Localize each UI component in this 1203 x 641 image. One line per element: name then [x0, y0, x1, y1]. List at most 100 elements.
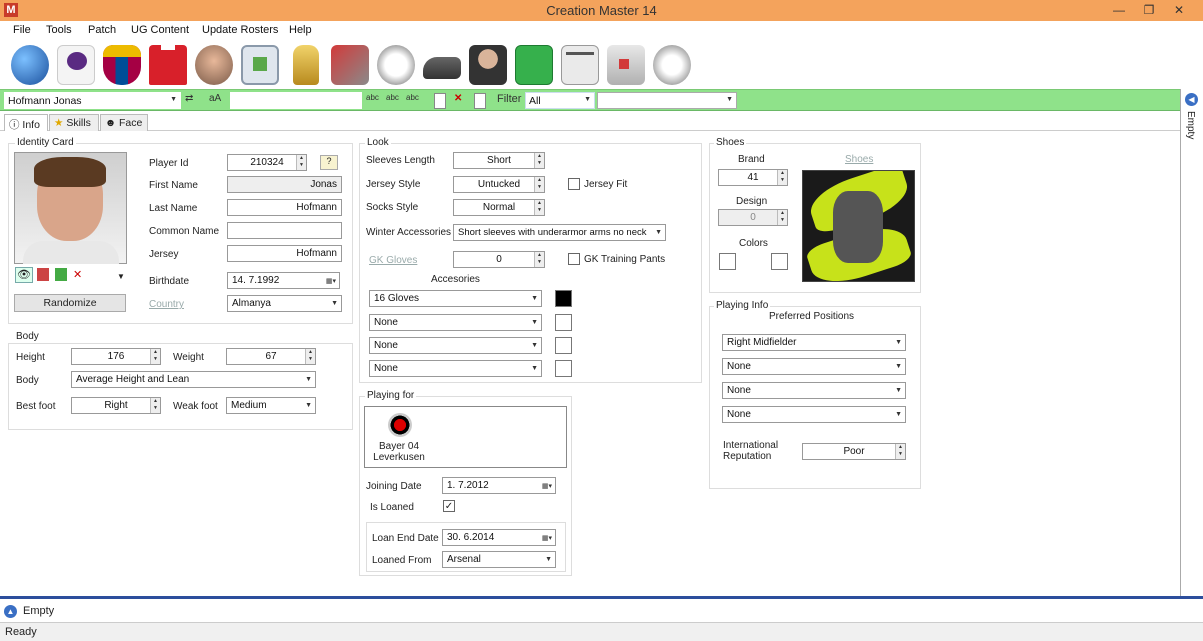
filter-select[interactable]: All ▼ [525, 92, 595, 109]
loaned-from-select[interactable]: Arsenal ▼ [442, 551, 556, 568]
case-button[interactable]: aA [209, 93, 229, 109]
gk-gloves-label[interactable]: GK Gloves [369, 255, 417, 266]
accessory-color-swatch[interactable] [555, 290, 572, 307]
spinner-icon[interactable]: ▲ ▼ [534, 153, 544, 168]
design-field[interactable]: 0 ▲ ▼ [718, 209, 788, 226]
menu-help[interactable]: Help [289, 24, 312, 36]
menu-tools[interactable]: Tools [46, 24, 72, 36]
abc-icon[interactable]: abc [386, 93, 400, 109]
menu-update-rosters[interactable]: Update Rosters [202, 24, 278, 36]
position-select-2[interactable]: None ▼ [722, 358, 906, 375]
player-face-icon[interactable] [195, 45, 233, 85]
eye-icon[interactable]: 👁 [15, 267, 33, 283]
fc-barcelona-icon[interactable] [103, 45, 141, 85]
spinner-icon[interactable]: ▲ ▼ [895, 444, 905, 459]
close-button[interactable]: ✕ [1168, 2, 1190, 18]
boots-icon[interactable] [423, 57, 461, 79]
goalkeeper-gloves-icon[interactable] [607, 45, 645, 85]
joining-date-picker[interactable]: 1. 7.2012 ▦▾ [442, 477, 556, 494]
premier-league-icon[interactable] [57, 45, 95, 85]
country-label[interactable]: Country [149, 299, 184, 310]
filter-value-select[interactable]: ▼ [597, 92, 737, 109]
best-foot-field[interactable]: Right ▲ ▼ [71, 397, 161, 414]
sleeves-field[interactable]: Short ▲ ▼ [453, 152, 545, 169]
reputation-field[interactable]: Poor ▲ ▼ [802, 443, 906, 460]
calendar-icon[interactable]: ▦▾ [542, 482, 552, 490]
gk-training-pants-checkbox[interactable] [568, 253, 580, 265]
spinner-icon[interactable]: ▲ ▼ [777, 170, 787, 185]
height-field[interactable]: 176 ▲ ▼ [71, 348, 161, 365]
refresh-icon[interactable]: ⇄ [185, 93, 201, 109]
last-name-field[interactable]: Hofmann [227, 199, 342, 216]
position-select-3[interactable]: None ▼ [722, 382, 906, 399]
accessory-color-swatch[interactable] [555, 314, 572, 331]
spinner-icon[interactable]: ▲ ▼ [150, 349, 160, 364]
tab-info[interactable]: ⓘ Info [4, 114, 48, 132]
accessory-select-2[interactable]: None ▼ [369, 314, 542, 331]
chevron-down-icon[interactable]: ▼ [117, 272, 125, 281]
search-input[interactable] [230, 92, 362, 109]
jersey-name-field[interactable]: Hofmann [227, 245, 342, 262]
position-select-4[interactable]: None ▼ [722, 406, 906, 423]
brand-field[interactable]: 41 ▲ ▼ [718, 169, 788, 186]
tab-skills[interactable]: ★ Skills [49, 114, 99, 131]
birthdate-picker[interactable]: 14. 7.1992 ▦▾ [227, 272, 340, 289]
accessory-color-swatch[interactable] [555, 337, 572, 354]
id-lookup-icon[interactable]: ? [320, 155, 338, 170]
delete-photo-icon[interactable]: ✕ [73, 268, 85, 281]
is-loaned-checkbox[interactable]: ✓ [443, 500, 455, 512]
abc-icon[interactable]: abc [406, 93, 420, 109]
dock-pin-icon[interactable]: ◀ [1185, 93, 1198, 106]
accessory-select-4[interactable]: None ▼ [369, 360, 542, 377]
abc-icon[interactable]: abc [366, 93, 380, 109]
spinner-icon[interactable]: ▲ ▼ [305, 349, 315, 364]
socks-field[interactable]: Normal ▲ ▼ [453, 199, 545, 216]
accessory-color-swatch[interactable] [555, 360, 572, 377]
country-select[interactable]: Almanya ▼ [227, 295, 342, 312]
shoe-color-swatch-2[interactable] [771, 253, 788, 270]
pitch-icon[interactable] [515, 45, 553, 85]
common-name-field[interactable] [227, 222, 342, 239]
menu-patch[interactable]: Patch [88, 24, 116, 36]
copy-icon[interactable] [474, 93, 486, 109]
stadium-icon[interactable] [241, 45, 279, 85]
accessory-select-3[interactable]: None ▼ [369, 337, 542, 354]
delete-icon[interactable]: ✕ [454, 93, 466, 109]
randomize-button[interactable]: Randomize [14, 294, 126, 312]
winter-accessories-select[interactable]: Short sleeves with underarmor arms no ne… [453, 224, 666, 241]
gk-gloves-field[interactable]: 0 ▲ ▼ [453, 251, 545, 268]
import-photo-icon[interactable] [37, 268, 49, 281]
body-type-select[interactable]: Average Height and Lean ▼ [71, 371, 316, 388]
position-select-1[interactable]: Right Midfielder ▼ [722, 334, 906, 351]
calendar-icon[interactable]: ▦▾ [326, 277, 336, 285]
jersey-icon[interactable] [149, 45, 187, 85]
spinner-icon[interactable]: ▲ ▼ [534, 252, 544, 267]
spinner-icon[interactable]: ▲ ▼ [296, 155, 306, 170]
trophy-icon[interactable] [293, 45, 319, 85]
manager-icon[interactable] [469, 45, 507, 85]
spinner-icon[interactable]: ▲ ▼ [534, 200, 544, 215]
ball-icon[interactable] [377, 45, 415, 85]
calendar-icon[interactable]: ▦▾ [542, 534, 552, 542]
export-photo-icon[interactable] [55, 268, 67, 281]
spinner-icon[interactable]: ▲ ▼ [534, 177, 544, 192]
tab-face[interactable]: ☻ Face [100, 114, 148, 131]
menu-ug-content[interactable]: UG Content [131, 24, 189, 36]
accessory-select-1[interactable]: 16 Gloves ▼ [369, 290, 542, 307]
new-icon[interactable] [434, 93, 446, 109]
menu-file[interactable]: File [13, 24, 31, 36]
club-box[interactable]: Bayer 04 Leverkusen [364, 406, 567, 468]
newspaper-icon[interactable] [561, 45, 599, 85]
stands-icon[interactable] [331, 45, 369, 85]
dock-pin-icon[interactable]: ▲ [4, 605, 17, 618]
spinner-icon[interactable]: ▲ ▼ [150, 398, 160, 413]
headphones-icon[interactable] [653, 45, 691, 85]
minimize-button[interactable]: — [1108, 2, 1130, 18]
player-id-field[interactable]: 210324 ▲ ▼ [227, 154, 307, 171]
weak-foot-select[interactable]: Medium ▼ [226, 397, 316, 414]
spinner-icon[interactable]: ▲ ▼ [777, 210, 787, 225]
weight-field[interactable]: 67 ▲ ▼ [226, 348, 316, 365]
shoes-link[interactable]: Shoes [845, 154, 873, 165]
maximize-button[interactable]: ❐ [1138, 2, 1160, 18]
shoe-color-swatch-1[interactable] [719, 253, 736, 270]
